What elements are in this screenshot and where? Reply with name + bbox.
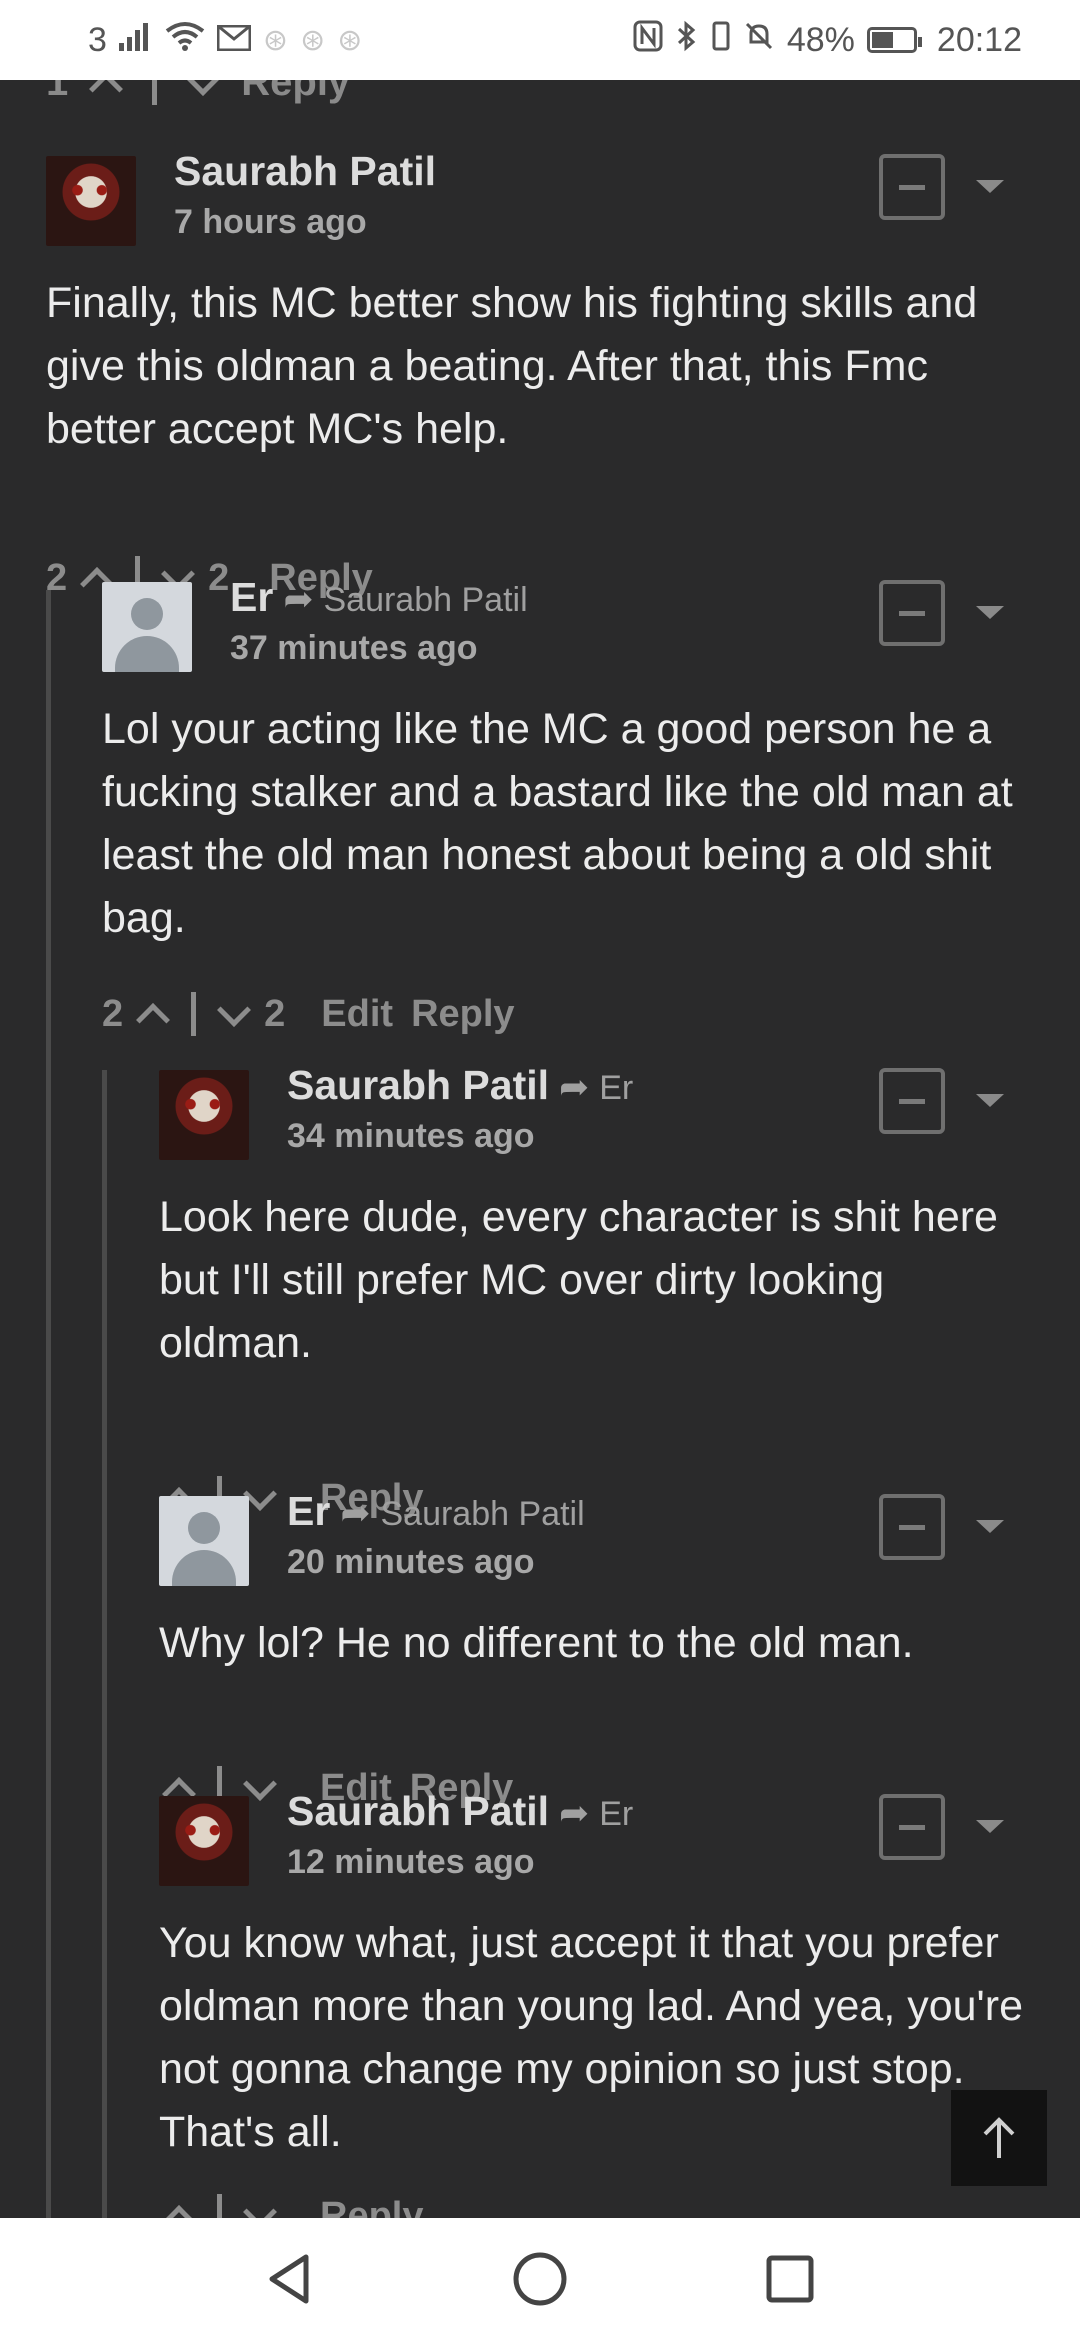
upvote-icon[interactable] <box>136 1003 171 1037</box>
comment-time[interactable]: 12 minutes ago <box>287 1843 633 1882</box>
reply-to-author[interactable]: Saurabh Patil <box>380 1495 584 1534</box>
upvote-icon[interactable] <box>89 80 124 106</box>
collapse-button[interactable] <box>879 1794 945 1860</box>
back-to-top-button[interactable] <box>951 2090 1047 2186</box>
comment-time[interactable]: 20 minutes ago <box>287 1543 585 1582</box>
carrier-label: 3 <box>88 20 107 59</box>
comment-body: Why lol? He no different to the old man. <box>159 1619 914 1667</box>
comment: Er ➦ Saurabh Patil 37 minutes ago Lol yo… <box>102 574 1050 1042</box>
system-nav-bar <box>0 2218 1080 2340</box>
arrow-up-icon <box>983 2117 1015 2158</box>
minus-icon <box>899 1825 925 1830</box>
avatar[interactable] <box>46 156 136 246</box>
reply-arrow-icon: ➦ <box>283 578 314 619</box>
comment-header: Saurabh Patil ➦ Er 34 minutes ago <box>287 1062 633 1156</box>
previous-comment-actions: 1 Reply <box>46 80 350 106</box>
reply-arrow-icon: ➦ <box>340 1492 371 1533</box>
comment-body: Finally, this MC better show his fightin… <box>46 279 978 453</box>
comment: Saurabh Patil 7 hours ago Finally, this … <box>46 148 1050 616</box>
upvote-count: 2 <box>46 556 68 599</box>
back-icon[interactable] <box>260 2249 320 2309</box>
dropdown-caret-icon[interactable] <box>976 1520 1004 1533</box>
comment-body: Lol your acting like the MC a good perso… <box>102 705 1013 942</box>
reply-to-author[interactable]: Er <box>599 1069 633 1108</box>
recents-icon[interactable] <box>760 2249 820 2309</box>
dropdown-caret-icon[interactable] <box>976 180 1004 193</box>
reply-arrow-icon: ➦ <box>559 1066 590 1107</box>
reply-button[interactable]: Reply <box>241 80 350 105</box>
comment: Saurabh Patil ➦ Er 12 minutes ago You kn… <box>159 1788 1050 2218</box>
downvote-count: 2 <box>264 992 286 1035</box>
comment-author[interactable]: Er <box>287 1488 330 1535</box>
comment-header: Saurabh Patil 7 hours ago <box>174 148 436 242</box>
reply-button[interactable]: Reply <box>320 2195 423 2219</box>
comment-body: Look here dude, every character is shit … <box>159 1193 998 1367</box>
upvote-count: 2 <box>102 992 124 1035</box>
downvote-icon[interactable] <box>186 80 221 96</box>
notification-icon: ⊛ <box>262 23 289 57</box>
vibrate-icon <box>711 20 731 61</box>
comment-thread: 1 Reply Saurabh Patil 7 hours ago Finall… <box>0 80 1080 2218</box>
dropdown-caret-icon[interactable] <box>976 1820 1004 1833</box>
signal-icon <box>118 21 153 60</box>
minus-icon <box>899 1099 925 1104</box>
vote-divider <box>217 2194 222 2218</box>
nfc-icon <box>633 20 663 61</box>
comment-actions: 2 2 Edit Reply <box>102 992 515 1037</box>
avatar[interactable] <box>159 1070 249 1160</box>
status-bar: 3 ⊛ ⊛ ⊛ 48% 20:12 <box>0 0 1080 80</box>
mute-icon <box>743 20 775 61</box>
comment-header: Er ➦ Saurabh Patil 37 minutes ago <box>230 574 528 668</box>
avatar[interactable] <box>159 1496 249 1586</box>
home-icon[interactable] <box>510 2249 570 2309</box>
minus-icon <box>899 185 925 190</box>
thread-line <box>102 1070 107 2218</box>
notification-icon: ⊛ <box>337 23 363 57</box>
wifi-icon <box>165 21 205 60</box>
battery-icon <box>866 27 922 53</box>
comment-time[interactable]: 37 minutes ago <box>230 629 528 668</box>
comment: Er ➦ Saurabh Patil 20 minutes ago Why lo… <box>159 1488 1050 1811</box>
notification-icon: ⊛ <box>300 23 326 57</box>
avatar[interactable] <box>159 1796 249 1886</box>
collapse-button[interactable] <box>879 1494 945 1560</box>
upvote-icon[interactable] <box>162 2205 196 2218</box>
minus-icon <box>899 611 925 616</box>
dropdown-caret-icon[interactable] <box>976 1094 1004 1107</box>
comment-author[interactable]: Saurabh Patil <box>287 1788 549 1835</box>
comment-author[interactable]: Er <box>230 574 273 621</box>
comment-time[interactable]: 34 minutes ago <box>287 1117 633 1156</box>
upvote-count: 1 <box>46 80 69 104</box>
comment-body: You know what, just accept it that you p… <box>159 1919 1023 2156</box>
downvote-icon[interactable] <box>217 993 252 1027</box>
reply-to-author[interactable]: Saurabh Patil <box>323 581 527 620</box>
comment-header: Er ➦ Saurabh Patil 20 minutes ago <box>287 1488 585 1582</box>
comment-author[interactable]: Saurabh Patil <box>174 148 436 195</box>
vote-divider <box>191 992 197 1036</box>
comment-time[interactable]: 7 hours ago <box>174 203 436 242</box>
avatar[interactable] <box>102 582 192 672</box>
bluetooth-icon <box>675 20 699 61</box>
battery-percent: 48% <box>786 20 855 59</box>
vote-divider <box>152 80 158 105</box>
mail-icon <box>216 21 252 60</box>
comment-author[interactable]: Saurabh Patil <box>287 1062 549 1109</box>
collapse-button[interactable] <box>879 1068 945 1134</box>
downvote-icon[interactable] <box>243 2195 277 2218</box>
edit-button[interactable]: Edit <box>321 993 393 1036</box>
reply-button[interactable]: Reply <box>411 993 514 1036</box>
dropdown-caret-icon[interactable] <box>976 606 1004 619</box>
comment-header: Saurabh Patil ➦ Er 12 minutes ago <box>287 1788 633 1882</box>
comment-actions: Reply <box>159 2194 423 2218</box>
minus-icon <box>899 1525 925 1530</box>
reply-arrow-icon: ➦ <box>559 1792 590 1833</box>
collapse-button[interactable] <box>879 154 945 220</box>
thread-line <box>46 590 51 2218</box>
clock: 20:12 <box>936 20 1022 59</box>
reply-to-author[interactable]: Er <box>599 1795 633 1834</box>
comment: Saurabh Patil ➦ Er 34 minutes ago Look h… <box>159 1062 1050 1521</box>
collapse-button[interactable] <box>879 580 945 646</box>
